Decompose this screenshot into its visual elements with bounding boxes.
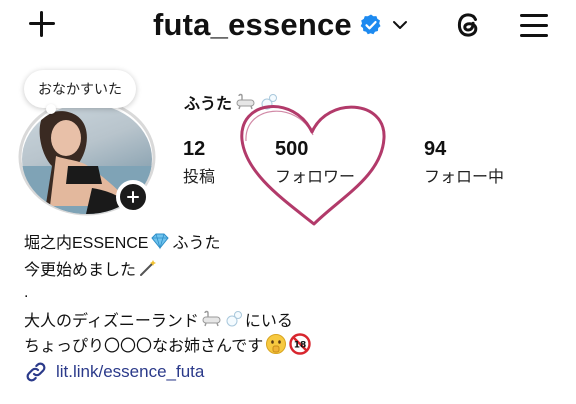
no-one-under-eighteen-icon: 18 bbox=[289, 333, 311, 355]
posts-label[interactable]: 投稿 bbox=[183, 163, 215, 187]
magic-wand-icon bbox=[140, 260, 157, 276]
bathtub-icon bbox=[202, 310, 221, 327]
posts-count[interactable]: 12 bbox=[183, 138, 205, 161]
verified-badge-icon bbox=[360, 14, 381, 35]
following-count[interactable]: 94 bbox=[424, 138, 446, 161]
note-bubble[interactable]: おなかすいた bbox=[24, 70, 136, 108]
display-name: ふうた bbox=[184, 96, 233, 113]
bubbles-icon bbox=[261, 94, 278, 110]
bio-line-2: 今更始めました bbox=[24, 256, 158, 280]
chevron-down-icon bbox=[392, 21, 407, 29]
account-switcher[interactable]: futa_essence bbox=[153, 5, 408, 45]
bathtub-icon bbox=[236, 93, 255, 110]
threads-icon[interactable] bbox=[452, 8, 486, 42]
create-plus-button[interactable] bbox=[24, 6, 60, 42]
following-label[interactable]: フォロー中 bbox=[424, 163, 504, 187]
link-icon bbox=[26, 362, 46, 382]
note-text: おなかすいた bbox=[38, 81, 122, 97]
add-story-button[interactable] bbox=[116, 180, 150, 214]
note-bubble-tail bbox=[46, 104, 56, 114]
followers-label[interactable]: フォロワー bbox=[275, 163, 355, 187]
bio-link[interactable]: lit.link/essence_futa bbox=[24, 360, 204, 384]
hamburger-menu-icon[interactable] bbox=[517, 10, 551, 40]
bubbles-icon bbox=[226, 311, 242, 327]
bio-line-3: . bbox=[24, 284, 29, 301]
shushing-face-icon bbox=[266, 334, 287, 354]
followers-count[interactable]: 500 bbox=[275, 138, 308, 161]
username: futa_essence bbox=[153, 7, 352, 42]
svg-text:18: 18 bbox=[294, 341, 307, 351]
display-name-row: ふうた bbox=[184, 90, 278, 114]
bio-link-text[interactable]: lit.link/essence_futa bbox=[56, 362, 204, 382]
bio-line-5: ちょっぴり〇〇〇なお姉さんです 18 bbox=[24, 332, 311, 356]
gem-icon bbox=[151, 233, 170, 250]
bio-line-1: 堀之内ESSENCE ふうた bbox=[24, 229, 221, 253]
bio-line-4: 大人のディズニーランド にいる bbox=[24, 307, 293, 331]
